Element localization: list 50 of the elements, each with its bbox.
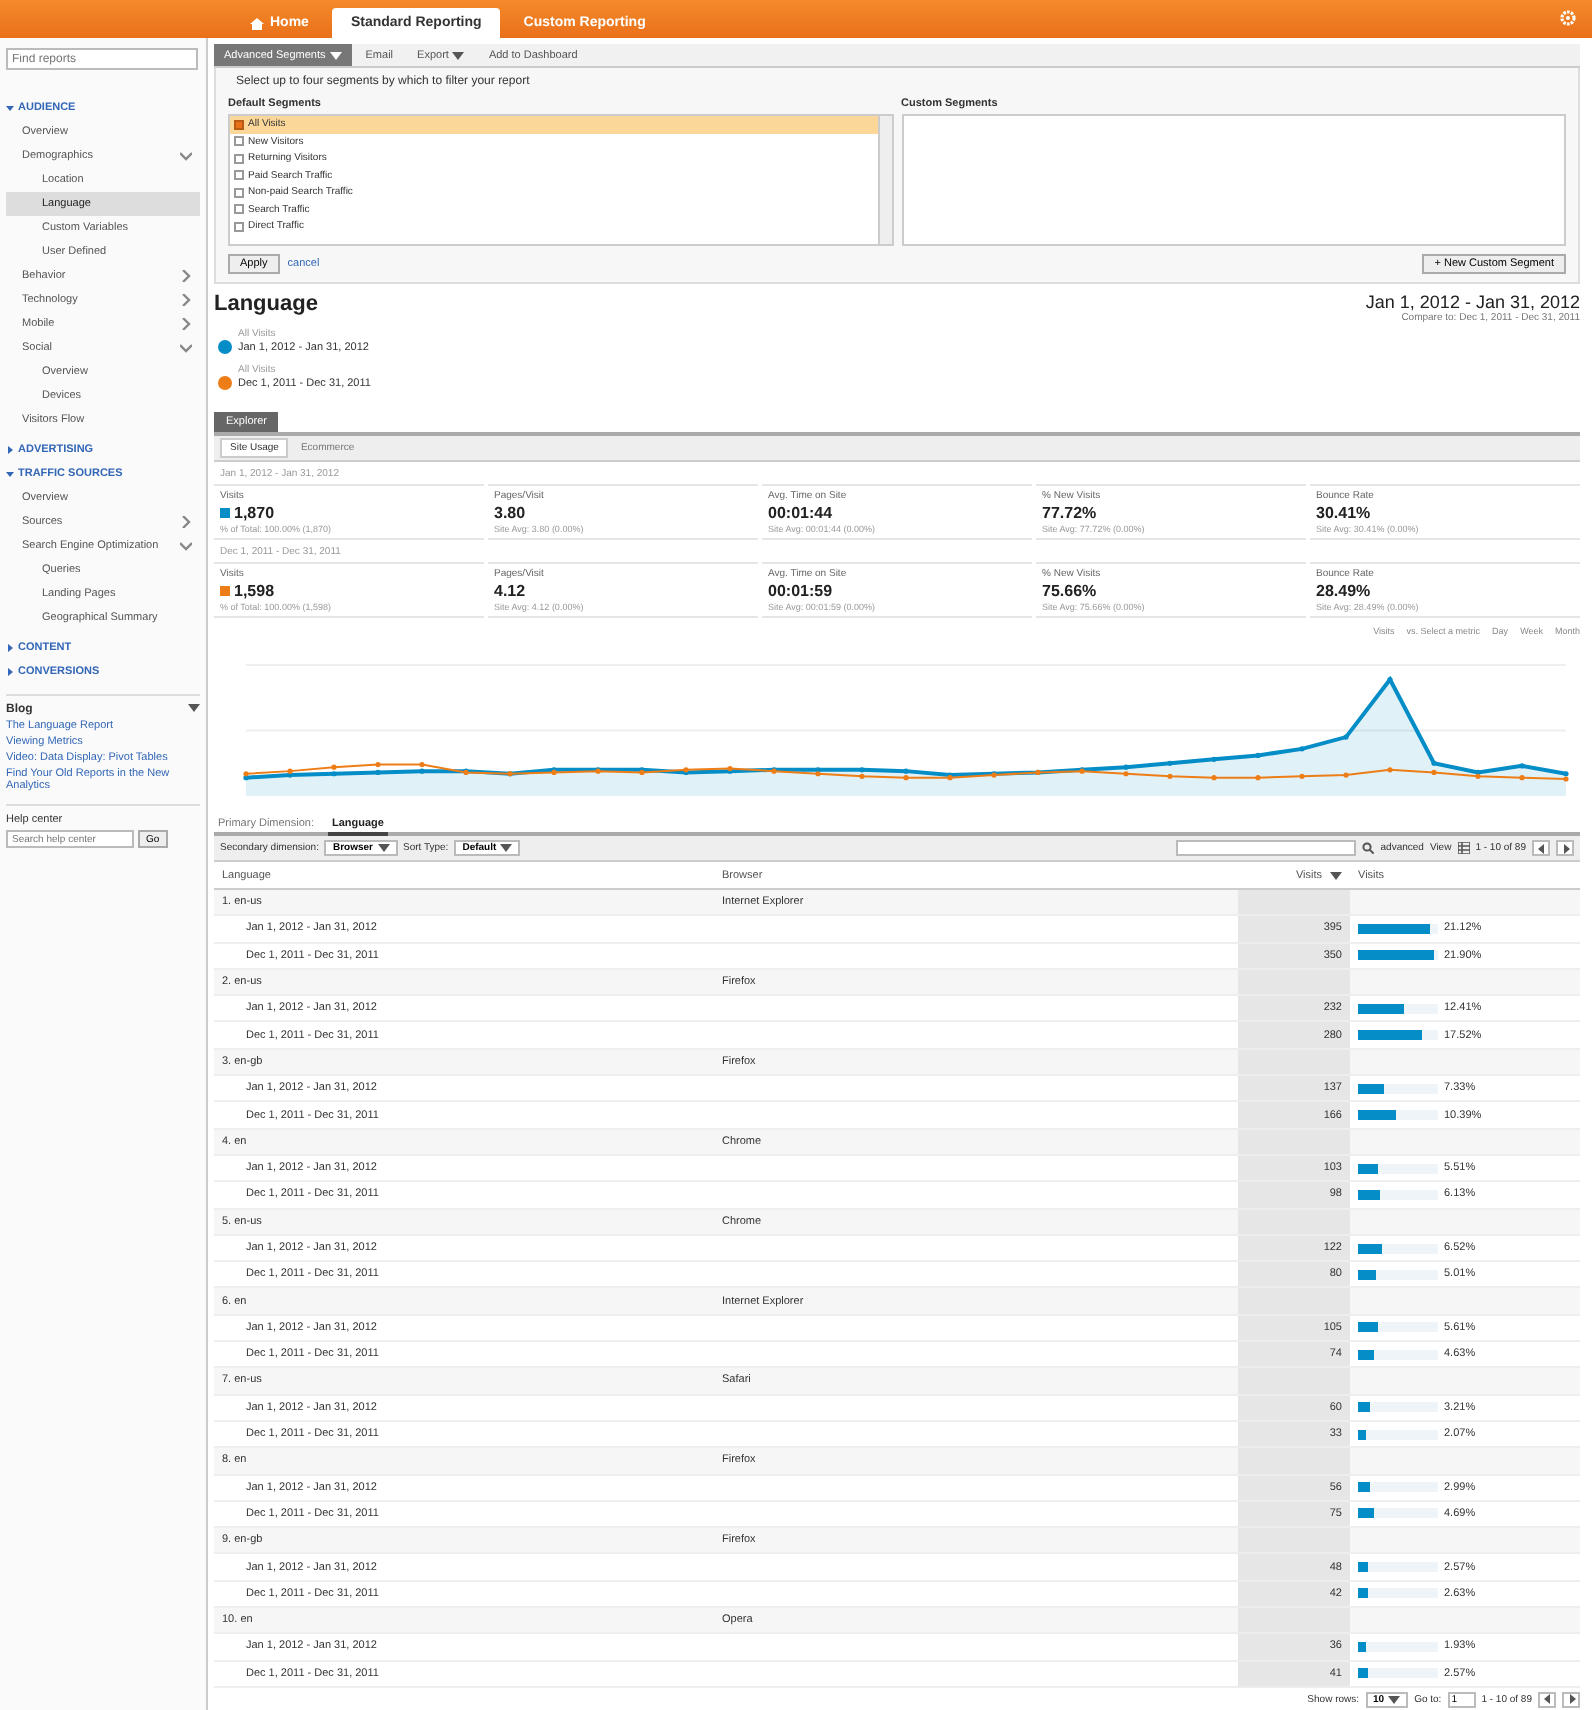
next-button[interactable] (1556, 840, 1574, 856)
caret-icon (1388, 1695, 1401, 1704)
chevron-right-icon[interactable] (180, 516, 192, 528)
chevron-right-icon[interactable] (180, 318, 192, 330)
chevron-left-icon (1537, 843, 1545, 853)
triangle-down-icon (6, 470, 14, 478)
chevron-down-icon[interactable] (180, 150, 192, 162)
table-cell (1238, 1129, 1350, 1156)
table-cell (1238, 890, 1350, 917)
date-range[interactable]: Jan 1, 2012 - Jan 31, 2012 (1365, 292, 1580, 312)
sort-icon (1330, 871, 1342, 879)
caret-icon (500, 844, 513, 852)
table-cell (1238, 1528, 1350, 1555)
chevron-right-icon (1561, 843, 1569, 853)
chevron-left-icon (1543, 1694, 1551, 1705)
chevron-right-icon[interactable] (180, 294, 192, 306)
search-icon[interactable] (1362, 842, 1375, 854)
table-cell (1238, 1608, 1350, 1635)
chevron-down-icon[interactable] (180, 540, 192, 552)
caret-icon (377, 844, 389, 852)
table-cell (1238, 1209, 1350, 1236)
previous-button[interactable] (1532, 840, 1550, 856)
checkbox[interactable] (234, 204, 244, 215)
triangle-right-icon (6, 668, 14, 676)
collapse-icon (188, 704, 200, 712)
chevron-down-icon[interactable] (180, 342, 192, 354)
settings-icon[interactable] (1560, 10, 1576, 26)
chevron-right-icon[interactable] (180, 270, 192, 282)
checkbox[interactable] (234, 136, 244, 147)
checkbox[interactable] (234, 221, 244, 232)
table-cell (1238, 1288, 1350, 1316)
table-cell (1238, 1049, 1350, 1077)
table-cell (1238, 1448, 1350, 1476)
triangle-down-icon (6, 104, 14, 112)
checkbox[interactable] (234, 119, 244, 130)
next-button[interactable] (1562, 1691, 1580, 1708)
table-cell (1238, 1368, 1350, 1396)
checkbox[interactable] (234, 153, 244, 164)
report-title: Language (214, 292, 320, 316)
home-icon (250, 17, 264, 29)
table-cell (1238, 969, 1350, 997)
triangle-right-icon (6, 644, 14, 652)
chevron-right-icon (1567, 1694, 1575, 1705)
grid-icon[interactable] (1457, 842, 1470, 854)
checkbox[interactable] (234, 187, 244, 198)
scrollbar[interactable] (877, 116, 891, 244)
previous-button[interactable] (1538, 1691, 1556, 1708)
table-search-field[interactable] (1176, 840, 1357, 856)
triangle-right-icon (6, 446, 14, 454)
checkbox[interactable] (234, 170, 244, 181)
